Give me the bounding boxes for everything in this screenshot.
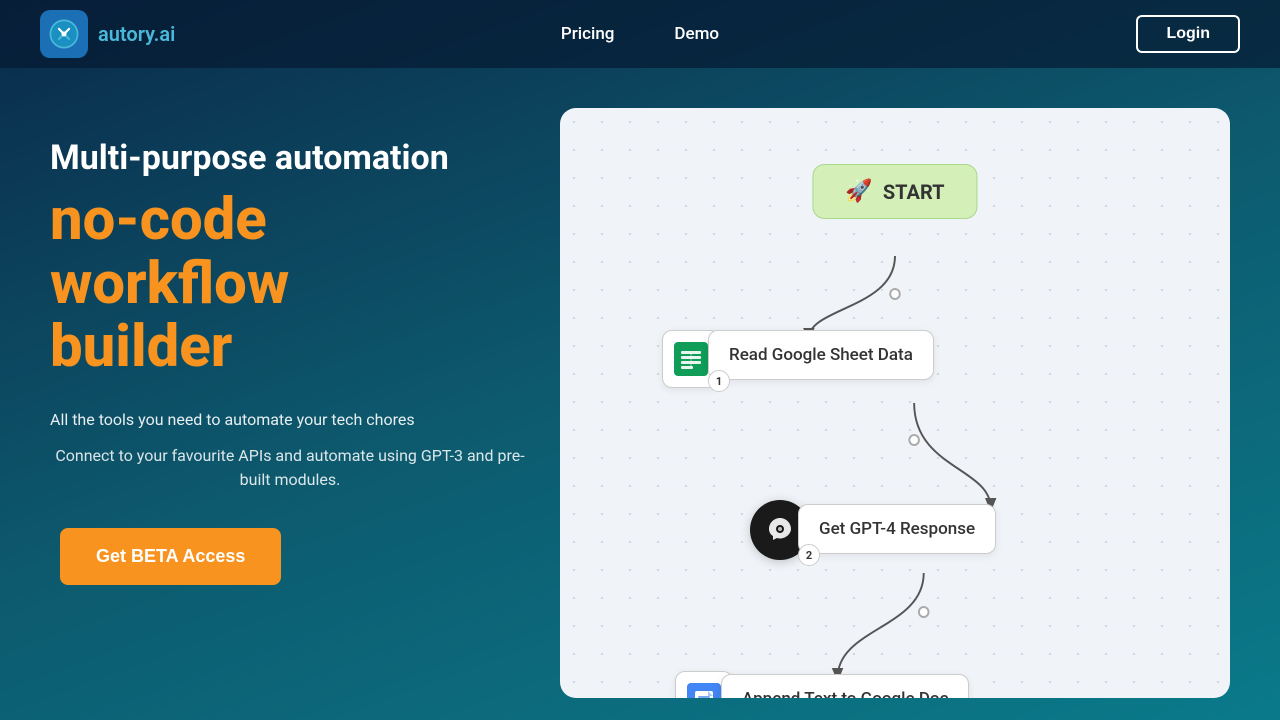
hero-title-line2: workflow [50, 250, 289, 318]
sheet-node[interactable]: Read Google Sheet Data [708, 330, 934, 380]
sheet-node-label: Read Google Sheet Data [729, 345, 913, 365]
start-label: START [883, 180, 945, 204]
hero-title: no-code workflow builder [50, 189, 530, 380]
hero-desc1: All the tools you need to automate your … [50, 408, 530, 432]
logo-icon [40, 10, 88, 58]
hero-subtitle: Multi-purpose automation [50, 138, 530, 179]
main-nav: Pricing Demo [561, 24, 719, 44]
google-sheets-icon [674, 342, 708, 376]
openai-icon [762, 512, 798, 548]
nav-demo[interactable]: Demo [674, 24, 719, 44]
gpt-node-label: Get GPT-4 Response [819, 519, 975, 539]
workflow-panel: 🚀 START Read Google Sheet Data 1 [560, 108, 1230, 698]
hero-title-line3: builder [50, 313, 232, 381]
node2-number: 2 [798, 544, 820, 566]
start-rocket-icon: 🚀 [845, 179, 872, 204]
login-button[interactable]: Login [1136, 15, 1240, 53]
node1-number: 1 [708, 370, 730, 392]
google-docs-icon [687, 683, 721, 698]
start-node[interactable]: 🚀 START [812, 164, 977, 219]
hero-title-line1: no-code [50, 186, 267, 254]
hero-desc2: Connect to your favourite APIs and autom… [50, 444, 530, 492]
logo-text: autory.ai [98, 22, 175, 46]
logo[interactable]: autory.ai [40, 10, 175, 58]
append-node[interactable]: Append Text to Google Doc [721, 674, 969, 698]
beta-access-button[interactable]: Get BETA Access [60, 528, 281, 585]
append-node-label: Append Text to Google Doc [742, 689, 948, 698]
nav-pricing[interactable]: Pricing [561, 24, 615, 44]
gpt-node[interactable]: Get GPT-4 Response [798, 504, 996, 554]
hero-left: Multi-purpose automation no-code workflo… [50, 108, 530, 585]
